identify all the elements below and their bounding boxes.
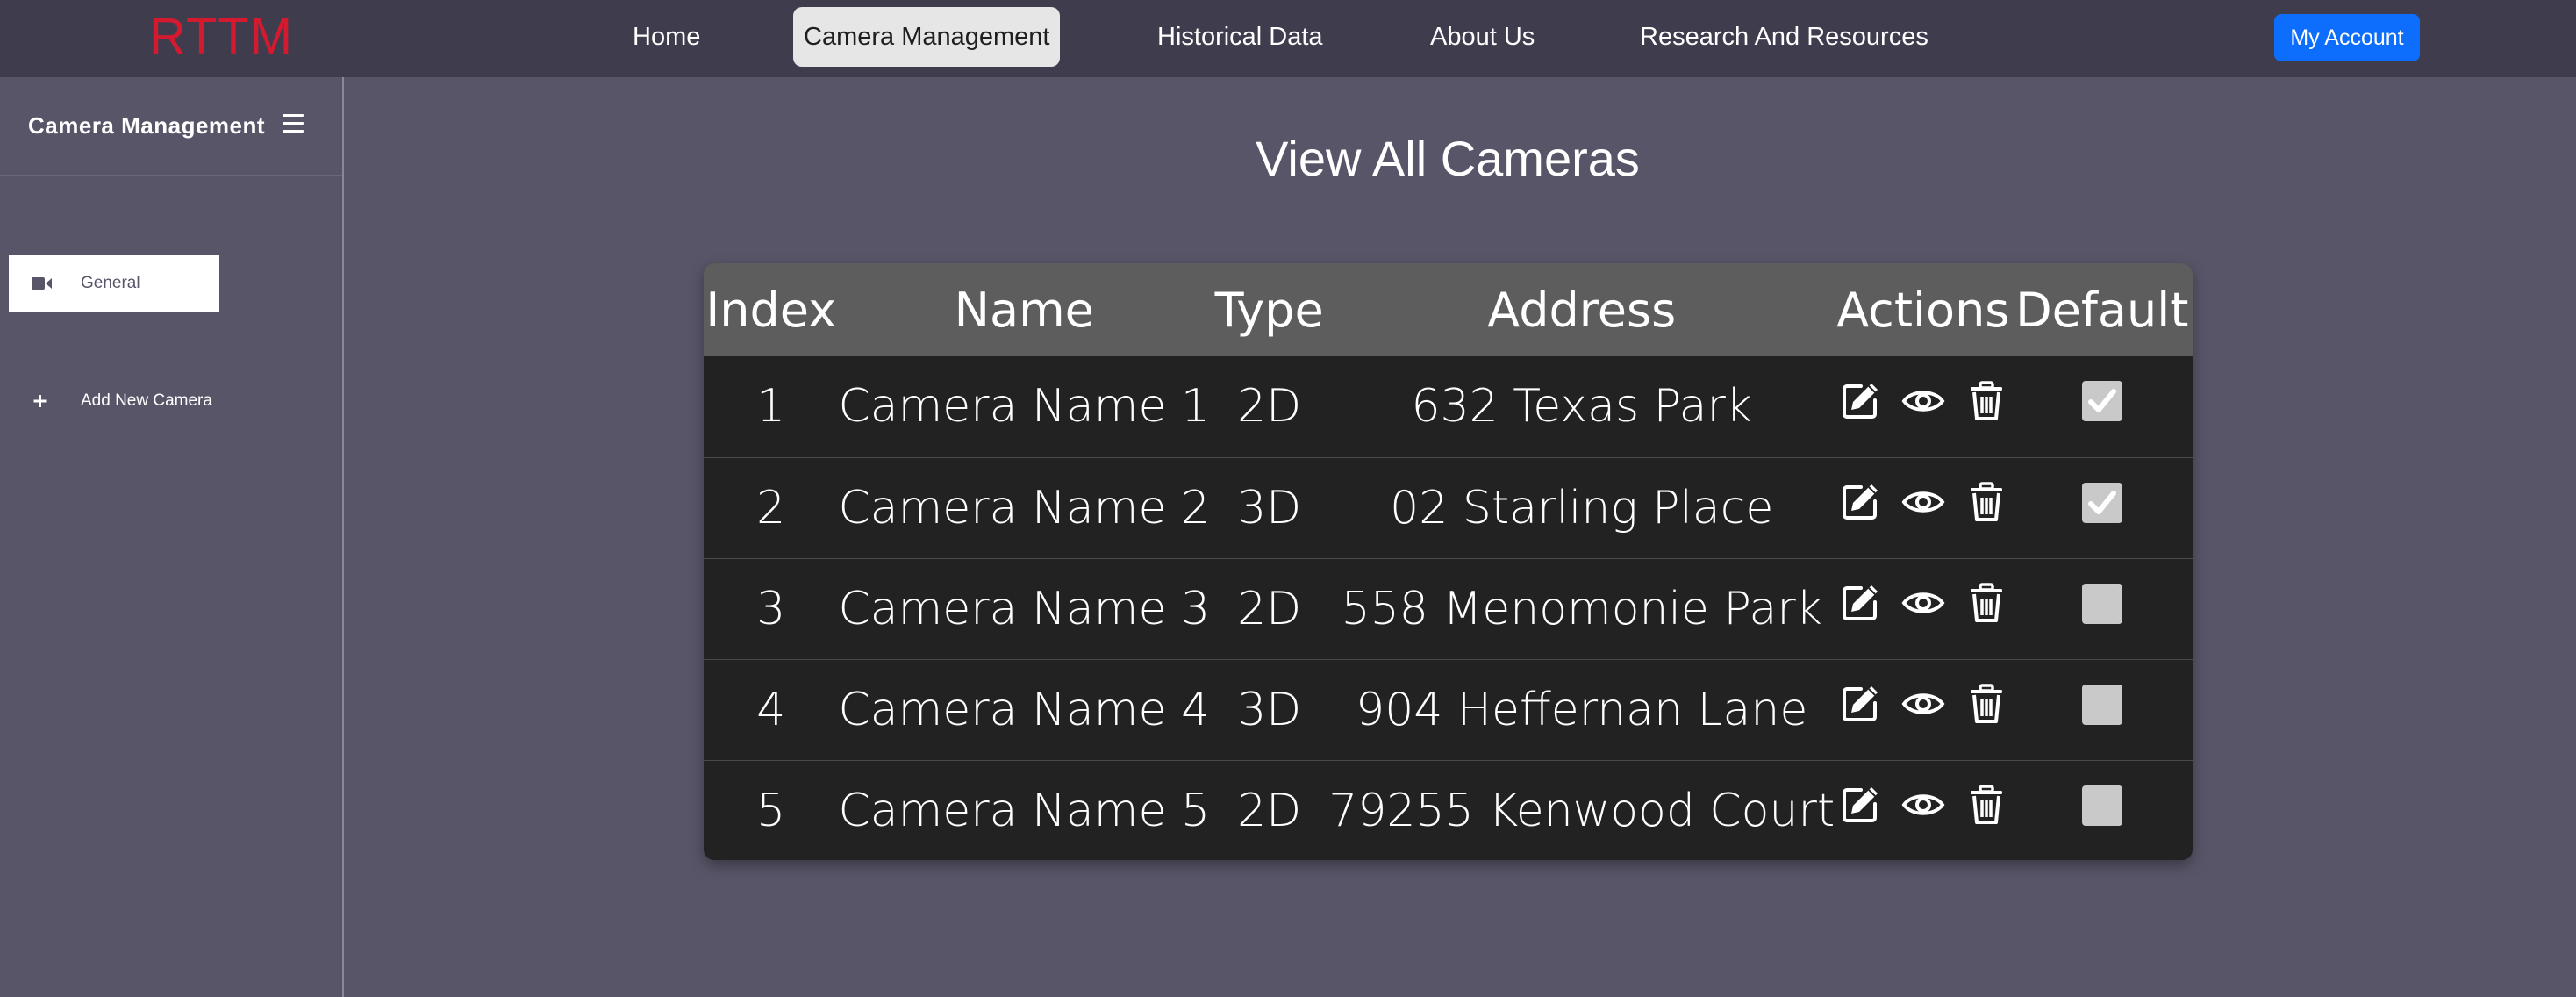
view-eye-icon[interactable] bbox=[1901, 783, 1945, 827]
cell-actions bbox=[1835, 558, 2011, 659]
cell-default bbox=[2011, 659, 2193, 760]
checkmark-icon bbox=[2087, 389, 2116, 413]
cell-index: 2 bbox=[756, 481, 786, 534]
default-checkbox[interactable] bbox=[2081, 381, 2122, 422]
cell-address: 02 Starling Place bbox=[1390, 481, 1774, 534]
nav-camera-management[interactable]: Camera Management bbox=[793, 7, 1061, 67]
column-header-default: Default bbox=[2015, 282, 2189, 338]
edit-icon[interactable] bbox=[1838, 480, 1882, 524]
sidebar-item-add-new-camera[interactable]: Add New Camera bbox=[9, 372, 219, 430]
view-eye-icon[interactable] bbox=[1901, 480, 1945, 524]
plus-icon bbox=[32, 393, 53, 409]
default-checkbox[interactable] bbox=[2081, 482, 2122, 523]
cell-address: 558 Menomonie Park bbox=[1341, 582, 1822, 635]
column-header-name: Name bbox=[954, 282, 1094, 338]
my-account-button[interactable]: My Account bbox=[2274, 14, 2420, 61]
table-header-row: Index Name Type Address Actions Default bbox=[704, 263, 2193, 356]
cell-address: 904 Heffernan Lane bbox=[1356, 683, 1808, 736]
cell-index: 1 bbox=[756, 380, 786, 434]
delete-trash-icon[interactable] bbox=[1964, 783, 2008, 827]
cell-index: 3 bbox=[756, 582, 786, 635]
column-header-address: Address bbox=[1487, 282, 1677, 338]
cell-name: Camera Name 4 bbox=[838, 683, 1211, 736]
table-row: 2 Camera Name 2 3D 02 Starling Place bbox=[704, 457, 2193, 558]
cell-actions bbox=[1835, 356, 2011, 457]
table-row: 5 Camera Name 5 2D 79255 Kenwood Court bbox=[704, 760, 2193, 860]
column-header-actions: Actions bbox=[1836, 282, 2010, 338]
top-navbar: RTTM Home Camera Management Historical D… bbox=[0, 0, 2576, 77]
cell-type: 2D bbox=[1237, 784, 1302, 837]
cell-default bbox=[2011, 356, 2193, 457]
sidebar-item-label: General bbox=[81, 274, 140, 292]
brand-logo[interactable]: RTTM bbox=[149, 9, 293, 65]
nav-home[interactable]: Home bbox=[633, 7, 700, 67]
sidebar-item-general[interactable]: General bbox=[9, 255, 219, 312]
cell-actions bbox=[1835, 659, 2011, 760]
default-checkbox[interactable] bbox=[2081, 785, 2122, 826]
view-eye-icon[interactable] bbox=[1901, 379, 1945, 423]
nav-research-and-resources[interactable]: Research And Resources bbox=[1640, 7, 1928, 67]
cell-type: 3D bbox=[1237, 481, 1302, 534]
view-eye-icon[interactable] bbox=[1901, 682, 1945, 726]
sidebar: Camera Management General Add New Camera bbox=[0, 77, 344, 997]
sidebar-item-label: Add New Camera bbox=[81, 391, 212, 410]
checkmark-icon bbox=[2087, 490, 2116, 514]
table-row: 4 Camera Name 4 3D 904 Heffernan Lane bbox=[704, 659, 2193, 760]
cell-name: Camera Name 5 bbox=[838, 784, 1211, 837]
cell-actions bbox=[1835, 760, 2011, 860]
edit-icon[interactable] bbox=[1838, 379, 1882, 423]
cell-name: Camera Name 2 bbox=[838, 481, 1211, 534]
delete-trash-icon[interactable] bbox=[1964, 379, 2008, 423]
nav-about-us[interactable]: About Us bbox=[1430, 7, 1535, 67]
video-camera-icon bbox=[32, 276, 53, 291]
edit-icon[interactable] bbox=[1838, 581, 1882, 625]
default-checkbox[interactable] bbox=[2081, 684, 2122, 725]
delete-trash-icon[interactable] bbox=[1964, 480, 2008, 524]
delete-trash-icon[interactable] bbox=[1964, 581, 2008, 625]
delete-trash-icon[interactable] bbox=[1964, 682, 2008, 726]
sidebar-title: Camera Management bbox=[28, 112, 266, 139]
default-checkbox[interactable] bbox=[2081, 583, 2122, 624]
cell-name: Camera Name 3 bbox=[838, 582, 1211, 635]
page-title: View All Cameras bbox=[1256, 131, 1640, 186]
cell-address: 79255 Kenwood Court bbox=[1328, 784, 1835, 837]
table-row: 3 Camera Name 3 2D 558 Menomonie Park bbox=[704, 558, 2193, 659]
nav-historical-data[interactable]: Historical Data bbox=[1157, 7, 1323, 67]
cameras-table: Index Name Type Address Actions Default … bbox=[704, 263, 2193, 860]
cell-default bbox=[2011, 558, 2193, 659]
table-row: 1 Camera Name 1 2D 632 Texas Park bbox=[704, 356, 2193, 457]
cell-address: 632 Texas Park bbox=[1411, 380, 1752, 434]
cell-type: 3D bbox=[1237, 683, 1302, 736]
cell-default bbox=[2011, 760, 2193, 860]
view-eye-icon[interactable] bbox=[1901, 581, 1945, 625]
column-header-index: Index bbox=[705, 282, 837, 338]
cell-type: 2D bbox=[1237, 380, 1302, 434]
edit-icon[interactable] bbox=[1838, 783, 1882, 827]
cell-default bbox=[2011, 457, 2193, 558]
cell-actions bbox=[1835, 457, 2011, 558]
hamburger-menu-icon[interactable] bbox=[283, 114, 304, 133]
column-header-type: Type bbox=[1214, 282, 1324, 338]
edit-icon[interactable] bbox=[1838, 682, 1882, 726]
sidebar-header: Camera Management bbox=[0, 77, 342, 176]
cell-type: 2D bbox=[1237, 582, 1302, 635]
cell-index: 5 bbox=[756, 784, 786, 837]
cell-name: Camera Name 1 bbox=[838, 380, 1211, 434]
cell-index: 4 bbox=[756, 683, 786, 736]
